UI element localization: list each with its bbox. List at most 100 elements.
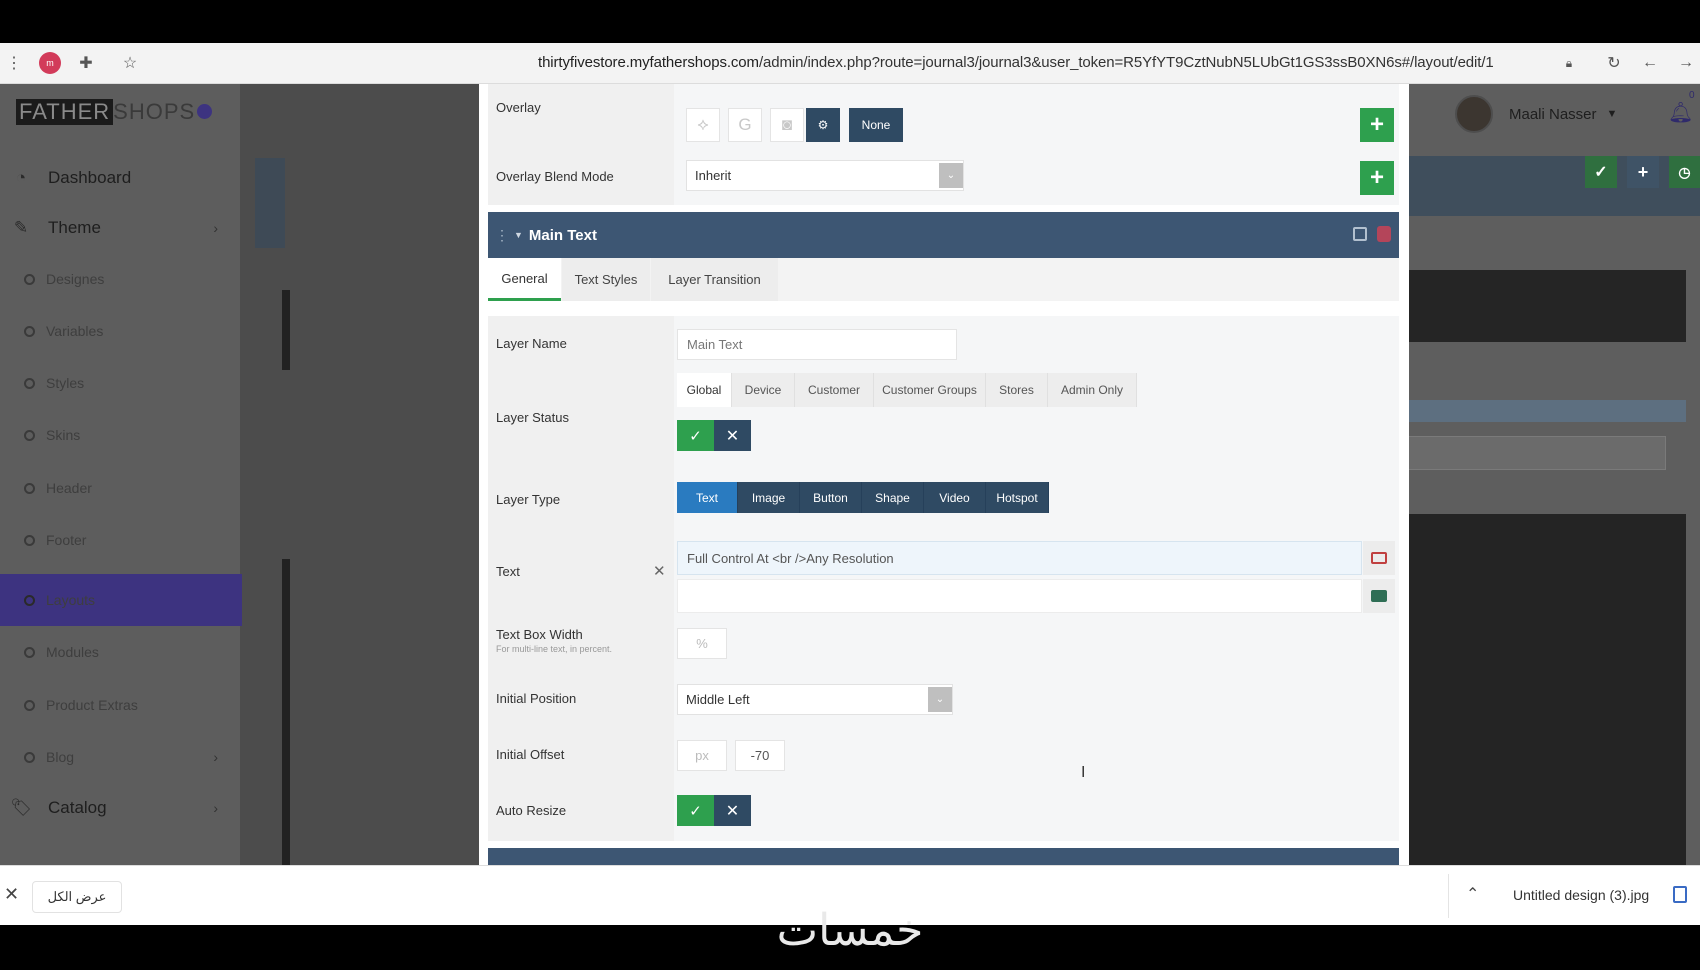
status-enable-toggle[interactable]: ✓ [677, 420, 714, 451]
sidebar-item-layouts[interactable]: Layouts [0, 574, 242, 626]
show-all-button[interactable]: عرض الكل [32, 881, 122, 913]
overlay-label: Overlay [496, 100, 541, 115]
copy-icon[interactable] [1353, 227, 1367, 241]
layer-type-segmented: Text Image Button Shape Video Hotspot [677, 482, 1049, 513]
sidebar-item-product-extras[interactable]: Product Extras [0, 681, 240, 729]
gear-icon[interactable]: ⚙ [806, 108, 840, 142]
layer-name-input[interactable]: Main Text [677, 329, 957, 360]
sidebar-item-dashboard[interactable]: ◔ Dashboard [0, 154, 240, 202]
collapse-triangle-icon[interactable]: ▼ [514, 230, 523, 240]
auto-resize-disable-toggle[interactable]: ✕ [714, 795, 751, 826]
tab-device[interactable]: Device [732, 373, 795, 407]
add-button[interactable]: + [1360, 108, 1394, 142]
close-icon[interactable]: ✕ [4, 884, 19, 905]
background-block [1408, 514, 1686, 865]
layer-type-hotspot[interactable]: Hotspot [986, 482, 1049, 513]
sidebar-item-blog[interactable]: Blog › [0, 733, 240, 781]
text-cursor-icon: I [1081, 764, 1086, 781]
circle-icon [24, 751, 35, 763]
overlay-none-button[interactable]: None [849, 108, 903, 142]
circle-icon [24, 594, 35, 606]
background-block [282, 290, 290, 370]
tab-layer-transition[interactable]: Layer Transition [651, 258, 778, 301]
sidebar-item-modules[interactable]: Modules [0, 628, 240, 676]
tab-stores[interactable]: Stores [986, 373, 1048, 407]
bell-icon[interactable]: 🔔︎ [1668, 100, 1693, 125]
bookmark-star-icon[interactable]: ☆ [118, 51, 142, 75]
blend-mode-select[interactable]: Inherit ⌄ [686, 160, 964, 191]
menu-dots-icon[interactable]: ⋮ [2, 51, 26, 75]
camera-icon[interactable]: ◙ [770, 108, 804, 142]
drag-handle-icon[interactable]: ⋮ [495, 227, 509, 244]
profile-avatar: m [39, 52, 61, 74]
sidebar-item-designes[interactable]: Designes [0, 255, 240, 303]
offset-y-input[interactable]: -70 [735, 740, 785, 771]
auto-resize-enable-toggle[interactable]: ✓ [677, 795, 714, 826]
page-viewport: ✓ + ◷ FATHER SHOPS ◔ Dashboard ✎ Theme › … [0, 84, 1700, 865]
circle-icon [24, 429, 35, 441]
layer-type-image[interactable]: Image [738, 482, 800, 513]
section-header-next[interactable] [488, 848, 1399, 865]
value-column [674, 783, 1399, 841]
tab-global[interactable]: Global [677, 373, 732, 407]
tab-customer[interactable]: Customer [795, 373, 874, 407]
chevron-up-icon[interactable]: ⌃ [1466, 884, 1479, 904]
chevron-right-icon: › [213, 800, 218, 816]
gradient-icon[interactable]: ⟡ [686, 108, 720, 142]
address-bar[interactable]: thirtyfivestore.myfathershops.com/admin/… [538, 54, 1494, 71]
tab-general[interactable]: General [488, 258, 561, 301]
clear-icon[interactable]: ✕ [653, 562, 666, 580]
add-button[interactable]: + [1360, 161, 1394, 195]
sidebar-item-variables[interactable]: Variables [0, 307, 240, 355]
back-arrow-icon[interactable]: ← [1638, 51, 1662, 75]
sidebar-item-label: Designes [46, 271, 105, 287]
profile-button[interactable]: m [38, 51, 62, 75]
download-file-name[interactable]: Untitled design (3).jpg [1513, 887, 1649, 903]
google-icon[interactable]: G [728, 108, 762, 142]
delete-icon[interactable] [1377, 226, 1391, 242]
sidebar-item-styles[interactable]: Styles [0, 359, 240, 407]
chevron-down-icon: ⌄ [928, 687, 952, 712]
circle-icon [24, 482, 35, 494]
layer-type-shape[interactable]: Shape [862, 482, 924, 513]
offset-x-input[interactable]: px [677, 740, 727, 771]
user-menu[interactable]: Maali Nasser ▼ [1455, 95, 1617, 133]
text-box-width-input[interactable]: % [677, 628, 727, 659]
forward-arrow-icon[interactable]: → [1674, 51, 1698, 75]
sidebar-item-catalog[interactable]: 🏷︎ Catalog › [0, 784, 240, 832]
admin-sidebar: FATHER SHOPS ◔ Dashboard ✎ Theme › Design… [0, 84, 242, 865]
text-box-width-label: Text Box Width [496, 627, 583, 642]
dashboard-icon: ◔ [15, 168, 27, 187]
tab-customer-groups[interactable]: Customer Groups [874, 373, 986, 407]
status-scope-tabs: Global Device Customer Customer Groups S… [674, 373, 1399, 407]
layer-type-video[interactable]: Video [924, 482, 986, 513]
sidebar-item-skins[interactable]: Skins [0, 411, 240, 459]
layer-type-text[interactable]: Text [677, 482, 738, 513]
layer-name-label: Layer Name [496, 336, 567, 351]
circle-icon [24, 534, 35, 546]
overlay-blend-label: Overlay Blend Mode [496, 169, 614, 184]
logo[interactable]: FATHER SHOPS [16, 98, 195, 126]
tab-admin-only[interactable]: Admin Only [1048, 373, 1137, 407]
extensions-icon[interactable]: ✚ [74, 51, 98, 75]
section-header-main-text[interactable]: ⋮ ▼ Main Text [488, 212, 1399, 258]
initial-position-row: Initial Position Middle Left ⌄ [488, 671, 1399, 727]
url-host: thirtyfivestore.myfathershops.com [538, 54, 759, 71]
layer-type-button[interactable]: Button [800, 482, 862, 513]
initial-position-select[interactable]: Middle Left ⌄ [677, 684, 953, 715]
status-disable-toggle[interactable]: ✕ [714, 420, 751, 451]
notification-count: 0 [1689, 90, 1695, 101]
auto-resize-row: Auto Resize ✓ ✕ [488, 783, 1399, 841]
sidebar-item-header[interactable]: Header [0, 464, 240, 512]
tab-text-styles[interactable]: Text Styles [562, 258, 650, 301]
sidebar-item-theme[interactable]: ✎ Theme › [0, 204, 240, 252]
chevron-right-icon: › [213, 220, 218, 236]
text-input-secondary[interactable] [677, 579, 1362, 613]
sidebar-item-footer[interactable]: Footer [0, 516, 240, 564]
text-language-icon[interactable] [1363, 579, 1395, 613]
text-language-icon[interactable] [1363, 541, 1395, 575]
sidebar-item-label: Dashboard [48, 168, 132, 187]
text-input[interactable]: Full Control At <br />Any Resolution [677, 541, 1362, 575]
sidebar-item-label: Layouts [46, 592, 96, 608]
reload-icon[interactable]: ↻ [1602, 51, 1626, 75]
